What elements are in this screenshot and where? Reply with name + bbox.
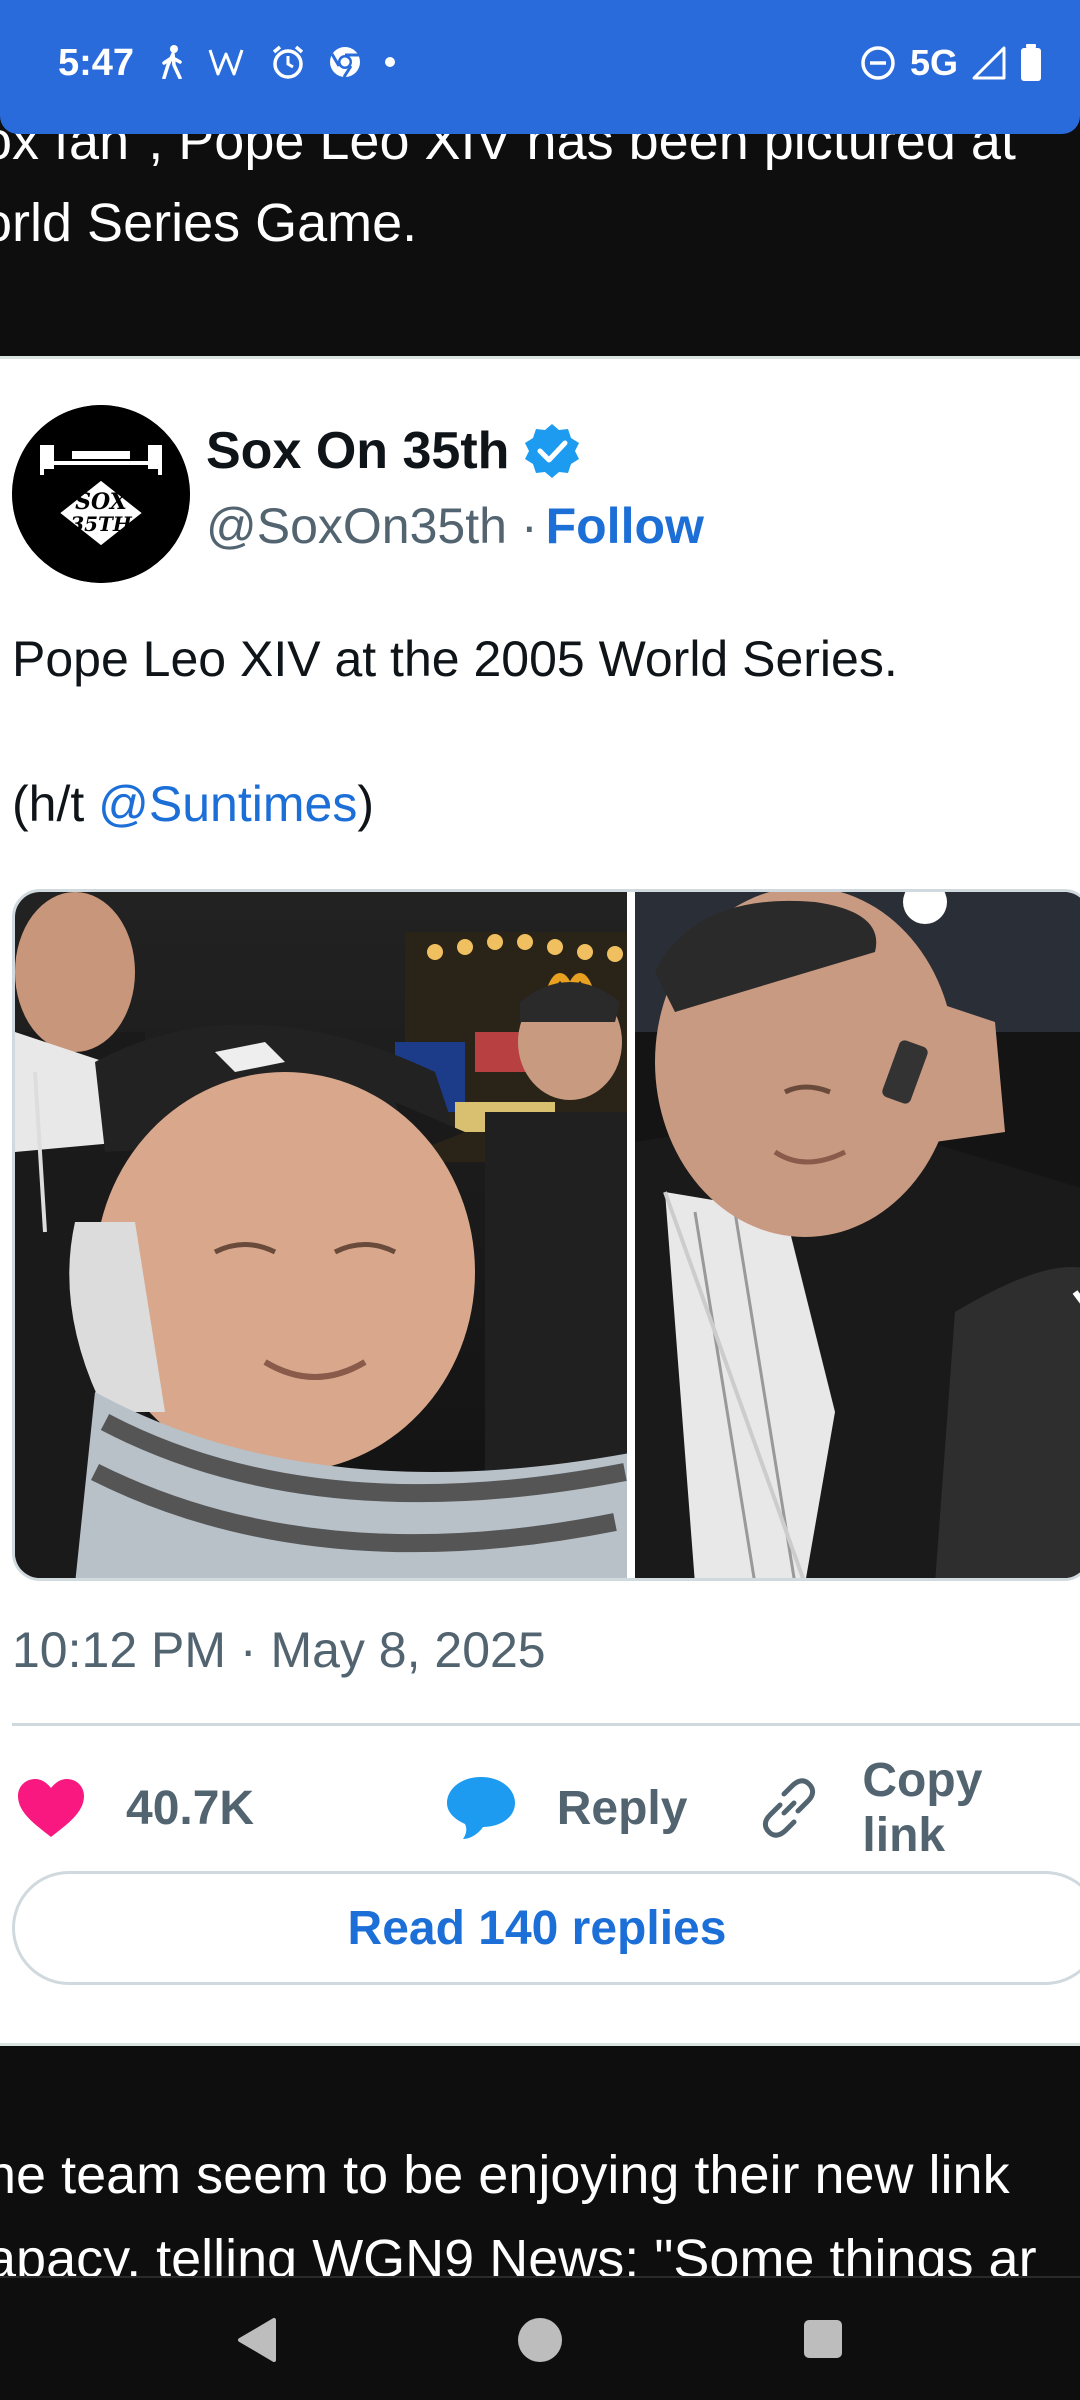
tweet-photo-2[interactable] <box>635 892 1080 1578</box>
walk-icon <box>160 45 186 79</box>
tweet-text: Pope Leo XIV at the 2005 World Series. (… <box>12 627 898 837</box>
mention-link[interactable]: @Suntimes <box>98 776 357 832</box>
tweet-media <box>12 889 1080 1581</box>
separator-dot: · <box>520 498 538 554</box>
article-line: apacy, telling WGN9 News: "Some things a… <box>0 2229 1037 2276</box>
home-icon[interactable] <box>516 2316 564 2369</box>
recents-icon[interactable] <box>802 2318 844 2365</box>
copy-link-button[interactable]: Copy link <box>756 1753 1076 1863</box>
status-bar: 5:47 5G <box>0 0 1080 134</box>
article-line: orld Series Game. <box>0 193 418 253</box>
chrome-icon <box>328 45 362 79</box>
link-icon <box>756 1775 822 1841</box>
dot-icon <box>384 56 396 68</box>
verified-badge-icon <box>523 422 581 480</box>
back-icon[interactable] <box>234 2316 278 2369</box>
like-count: 40.7K <box>126 1781 255 1835</box>
reply-bubble-icon <box>445 1775 517 1841</box>
avatar[interactable]: SOX 35TH <box>12 405 190 583</box>
status-time: 5:47 <box>58 42 135 84</box>
alarm-icon <box>270 44 306 80</box>
signal-icon <box>972 46 1006 80</box>
read-replies-label: Read 140 replies <box>347 1901 727 1955</box>
tweet-text-line: Pope Leo XIV at the 2005 World Series. <box>12 631 898 687</box>
hat-tip-suffix: ) <box>357 776 374 832</box>
navigation-bar <box>0 2276 1080 2400</box>
svg-text:35TH: 35TH <box>70 512 133 536</box>
network-label: 5G <box>909 42 958 83</box>
tweet-actions: 40.7K Reply Copy link <box>16 1754 1076 1862</box>
divider <box>12 1723 1080 1726</box>
tweet-timestamp[interactable]: 10:12 PM · May 8, 2025 <box>12 1621 546 1679</box>
author-name[interactable]: Sox On 35th <box>206 421 509 481</box>
embedded-tweet[interactable]: SOX 35TH Sox On 35th @SoxOn35th · Follow… <box>0 356 1080 2046</box>
article-text-bottom: he team seem to be enjoying their new li… <box>0 2046 1080 2276</box>
copy-link-label: Copy link <box>862 1754 983 1862</box>
battery-icon <box>1020 44 1042 82</box>
reply-button[interactable]: Reply <box>445 1775 757 1841</box>
hat-tip-prefix: (h/t <box>12 776 99 832</box>
w-icon <box>208 47 248 77</box>
tweet-photo-1[interactable] <box>15 892 627 1578</box>
follow-button[interactable]: Follow <box>546 497 704 555</box>
reply-label: Reply <box>556 1781 688 1835</box>
dnd-icon <box>860 45 896 81</box>
read-replies-button[interactable]: Read 140 replies <box>12 1871 1080 1985</box>
article-line: he team seem to be enjoying their new li… <box>0 2145 1010 2205</box>
like-button[interactable]: 40.7K <box>16 1777 445 1839</box>
heart-icon <box>16 1777 86 1839</box>
article-text-top: ox fan", Pope Leo XIV has been pictured … <box>0 96 1080 356</box>
author-handle[interactable]: @SoxOn35th <box>206 497 507 555</box>
